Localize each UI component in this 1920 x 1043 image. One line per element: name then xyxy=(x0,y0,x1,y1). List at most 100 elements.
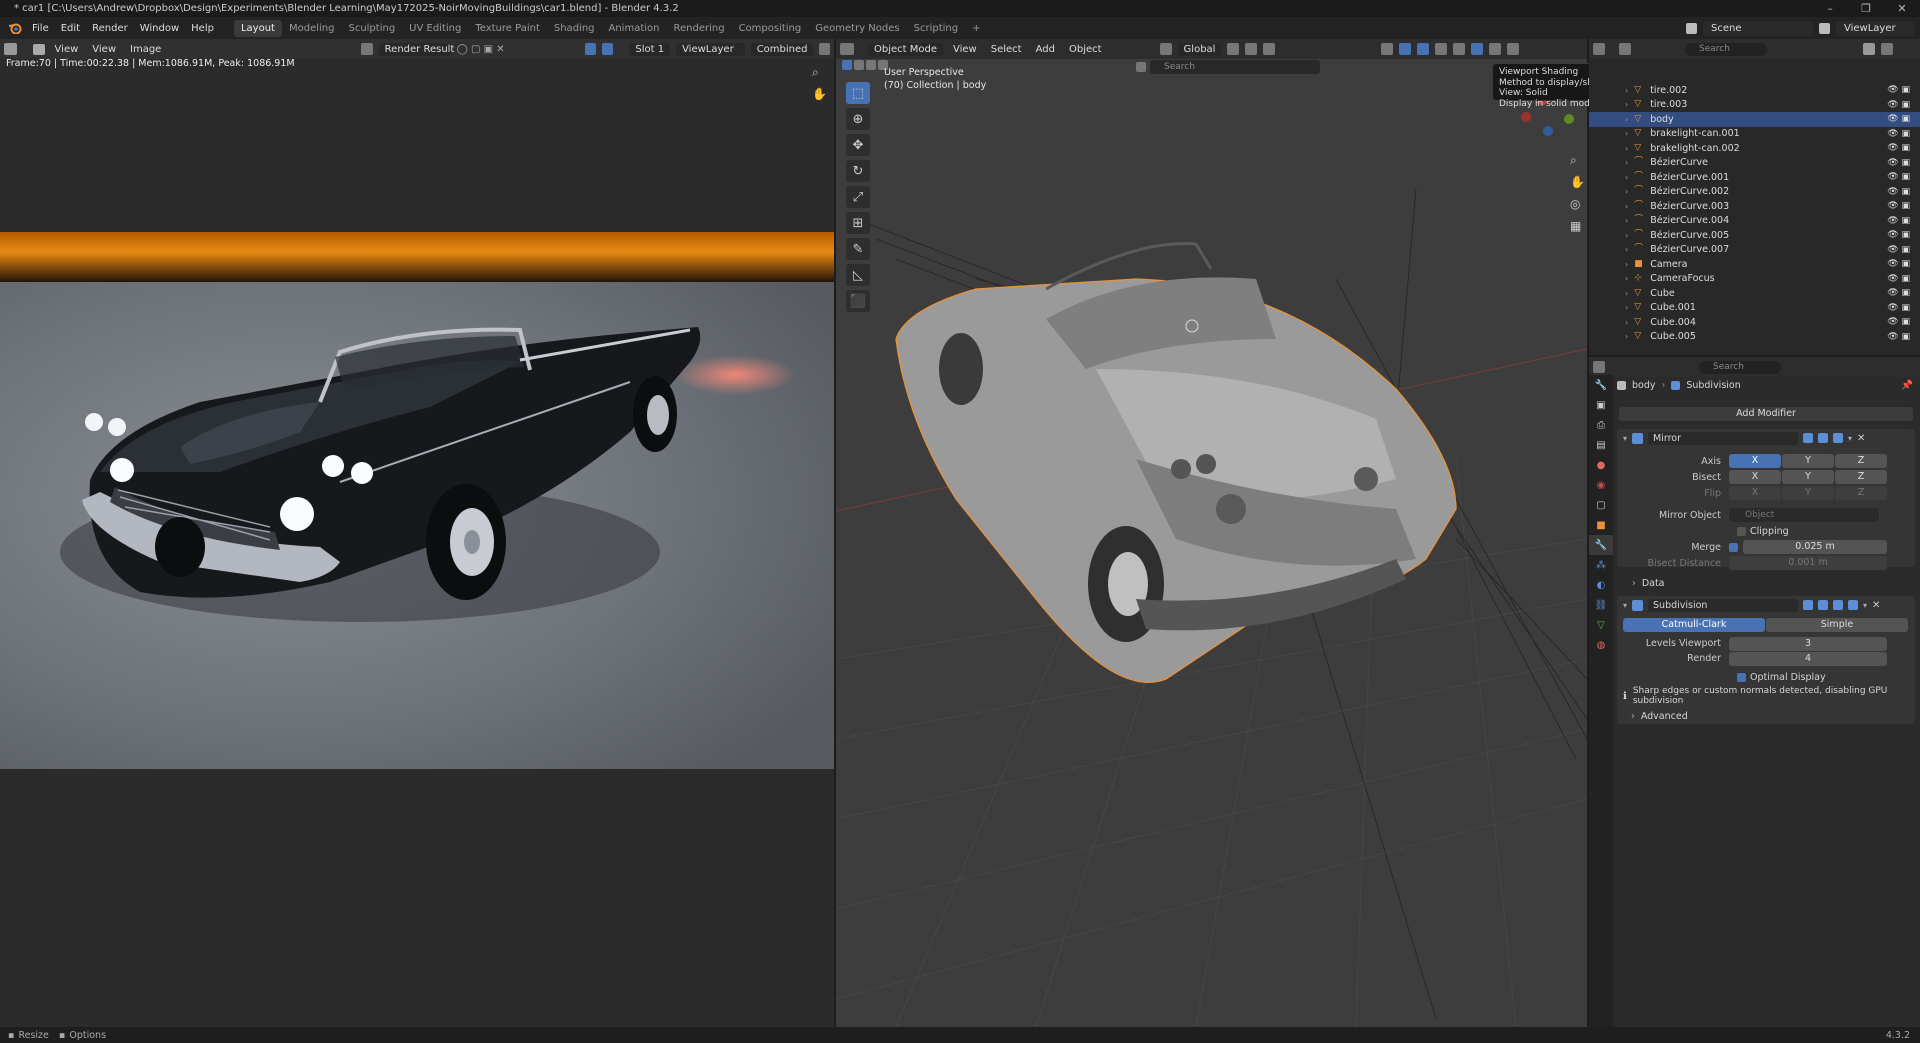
menu-window[interactable]: Window xyxy=(134,23,185,34)
mirror-name-field[interactable]: Mirror xyxy=(1648,431,1799,445)
rotate-tool[interactable]: ↻ xyxy=(846,160,870,182)
flip-z-toggle[interactable]: Z xyxy=(1835,486,1887,500)
editor-type-icon[interactable] xyxy=(1593,43,1605,55)
expand-arrow-icon[interactable]: › xyxy=(1625,115,1628,124)
tab-geometry-nodes[interactable]: Geometry Nodes xyxy=(808,20,906,37)
axis-y-toggle[interactable]: Y xyxy=(1782,454,1834,468)
expand-arrow-icon[interactable]: › xyxy=(1625,187,1628,196)
properties-search-input[interactable]: Search xyxy=(1699,360,1781,374)
visibility-eye-icon[interactable]: 👁 ▣ xyxy=(1887,332,1910,342)
viewport-search-input[interactable]: Search xyxy=(1150,60,1320,74)
tab-rendering[interactable]: Rendering xyxy=(666,20,731,37)
visibility-eye-icon[interactable]: 👁 ▣ xyxy=(1887,216,1910,226)
outliner-row[interactable]: › ■ Camera 👁 ▣ xyxy=(1589,257,1920,272)
zoom-icon[interactable]: ⌕ xyxy=(1570,149,1585,171)
tab-animation[interactable]: Animation xyxy=(602,20,667,37)
pivot-icon[interactable] xyxy=(1227,43,1240,55)
overlay-icon[interactable] xyxy=(602,43,614,55)
menu-view-mode[interactable]: View xyxy=(51,44,83,55)
constraints-tab-icon[interactable]: ⛓ xyxy=(1589,595,1613,615)
expand-arrow-icon[interactable]: › xyxy=(1625,260,1628,269)
outliner-row[interactable]: › ▽ Cube 👁 ▣ xyxy=(1589,286,1920,301)
measure-tool[interactable]: ◺ xyxy=(846,264,870,286)
dropdown-icon[interactable]: ▾ xyxy=(1863,601,1867,610)
visibility-eye-icon[interactable]: 👁 ▣ xyxy=(1887,288,1910,298)
editor-type-icon[interactable] xyxy=(4,43,18,55)
select-box-tool[interactable]: ⬚ xyxy=(846,82,870,104)
expand-arrow-icon[interactable]: › xyxy=(1625,303,1628,312)
view-mode-icon[interactable] xyxy=(33,43,45,55)
tab-compositing[interactable]: Compositing xyxy=(732,20,809,37)
visibility-eye-icon[interactable]: 👁 ▣ xyxy=(1887,100,1910,110)
bisect-z-toggle[interactable]: Z xyxy=(1835,470,1887,484)
image-actions-icon[interactable]: ◯ ▢ ▣ ✕ xyxy=(457,44,505,55)
visibility-eye-icon[interactable]: 👁 ▣ xyxy=(1887,129,1910,139)
tab-modeling[interactable]: Modeling xyxy=(282,20,342,37)
outliner-row[interactable]: › ▽ brakelight-can.002 👁 ▣ xyxy=(1589,141,1920,156)
close-button[interactable]: ✕ xyxy=(1884,0,1920,17)
expand-arrow-icon[interactable]: › xyxy=(1625,318,1628,327)
menu-object[interactable]: Object xyxy=(1065,44,1106,55)
maximize-button[interactable]: ❐ xyxy=(1848,0,1884,17)
expand-arrow-icon[interactable]: › xyxy=(1625,158,1628,167)
outliner-row[interactable]: › ▽ Cube.005 👁 ▣ xyxy=(1589,330,1920,345)
data-tab-icon[interactable]: ▽ xyxy=(1589,615,1613,635)
render-tab-icon[interactable]: ▣ xyxy=(1589,395,1613,415)
add-modifier-button[interactable]: Add Modifier xyxy=(1619,407,1913,421)
outliner-row[interactable]: › ⌒ BézierCurve 👁 ▣ xyxy=(1589,156,1920,171)
subdivision-name-field[interactable]: Subdivision xyxy=(1648,598,1799,612)
visibility-eye-icon[interactable]: 👁 ▣ xyxy=(1887,245,1910,255)
menu-edit[interactable]: Edit xyxy=(55,23,86,34)
menu-help[interactable]: Help xyxy=(185,23,220,34)
add-cube-tool[interactable]: ⬛ xyxy=(846,290,870,312)
outliner-row[interactable]: › ▽ brakelight-can.001 👁 ▣ xyxy=(1589,127,1920,142)
visibility-eye-icon[interactable]: 👁 ▣ xyxy=(1887,158,1910,168)
tab-scripting[interactable]: Scripting xyxy=(907,20,965,37)
3d-viewport[interactable]: Object Mode View Select Add Object Globa… xyxy=(836,39,1587,1027)
menu-render[interactable]: Render xyxy=(86,23,134,34)
filter-icon[interactable] xyxy=(1863,43,1875,55)
filter-icon[interactable] xyxy=(1136,62,1146,72)
zoom-icon[interactable]: ⌕ xyxy=(812,65,819,80)
xray-icon[interactable] xyxy=(1435,43,1448,55)
visibility-eye-icon[interactable]: 👁 ▣ xyxy=(1887,259,1910,269)
outliner-row[interactable]: › ▽ body 👁 ▣ xyxy=(1589,112,1920,127)
blender-logo-icon[interactable] xyxy=(8,22,22,35)
expand-arrow-icon[interactable]: › xyxy=(1625,129,1628,138)
pin-icon[interactable]: 📌 xyxy=(1901,380,1913,391)
bisect-y-toggle[interactable]: Y xyxy=(1782,470,1834,484)
outliner-row[interactable]: › ⌒ BézierCurve.003 👁 ▣ xyxy=(1589,199,1920,214)
new-collection-icon[interactable] xyxy=(1881,43,1893,55)
visibility-eye-icon[interactable]: 👁 ▣ xyxy=(1887,230,1910,240)
cursor-tool[interactable]: ⊕ xyxy=(846,108,870,130)
visibility-eye-icon[interactable]: 👁 ▣ xyxy=(1887,274,1910,284)
scale-tool[interactable]: ⤢ xyxy=(846,186,870,208)
select-extend-icon[interactable] xyxy=(854,60,864,70)
menu-add[interactable]: Add xyxy=(1032,44,1059,55)
catmull-clark-toggle[interactable]: Catmull-Clark xyxy=(1623,618,1765,632)
levels-viewport-field[interactable]: 3 xyxy=(1729,636,1887,651)
visibility-eye-icon[interactable]: 👁 ▣ xyxy=(1887,317,1910,327)
camera-view-icon[interactable]: ◎ xyxy=(1570,193,1585,215)
menu-select[interactable]: Select xyxy=(987,44,1026,55)
visibility-eye-icon[interactable]: 👁 ▣ xyxy=(1887,143,1910,153)
expand-arrow-icon[interactable]: › xyxy=(1625,332,1628,341)
chevron-down-icon[interactable]: ▾ xyxy=(1623,601,1627,610)
annotate-tool[interactable]: ✎ xyxy=(846,238,870,260)
view-layer-field[interactable]: ViewLayer xyxy=(1836,20,1914,36)
flip-y-toggle[interactable]: Y xyxy=(1782,486,1834,500)
minimize-button[interactable]: – xyxy=(1812,0,1848,17)
collection-tab-icon[interactable]: ▢ xyxy=(1589,495,1613,515)
outliner-row[interactable]: › ⊹ CameraFocus 👁 ▣ xyxy=(1589,272,1920,287)
remove-modifier-icon[interactable]: ✕ xyxy=(1857,433,1865,444)
bisect-x-toggle[interactable]: X xyxy=(1729,470,1781,484)
wireframe-shading-icon[interactable] xyxy=(1453,43,1466,55)
slot-dropdown[interactable]: Slot 1 xyxy=(629,42,671,56)
merge-checkbox[interactable] xyxy=(1729,542,1738,552)
expand-arrow-icon[interactable]: › xyxy=(1625,173,1628,182)
expand-arrow-icon[interactable]: › xyxy=(1625,100,1628,109)
outliner-row[interactable]: › ⌒ BézierCurve.001 👁 ▣ xyxy=(1589,170,1920,185)
material-shading-icon[interactable] xyxy=(1489,43,1502,55)
rendered-shading-icon[interactable] xyxy=(1507,43,1520,55)
layer-dropdown[interactable]: ViewLayer xyxy=(676,42,745,56)
